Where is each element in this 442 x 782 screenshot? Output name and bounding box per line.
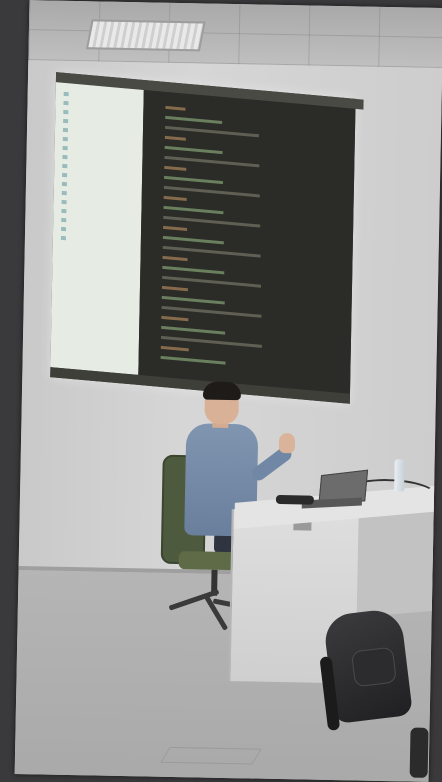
line-number <box>148 277 158 278</box>
line-number <box>150 177 160 178</box>
line-number <box>148 267 158 268</box>
line-number <box>151 117 161 118</box>
projected-code-editor <box>50 72 364 404</box>
presenter-hair <box>202 381 242 401</box>
line-number <box>147 317 157 318</box>
ceiling-light <box>85 19 206 52</box>
line-number <box>149 227 159 228</box>
line-number <box>150 167 160 168</box>
line-number <box>147 327 157 328</box>
blurred-code-text <box>163 225 188 231</box>
blurred-code-text <box>161 315 189 321</box>
water-bottle <box>394 459 405 492</box>
line-number <box>148 287 158 288</box>
blurred-code-text <box>162 255 188 261</box>
line-number <box>148 307 158 308</box>
line-number <box>150 187 160 188</box>
code-area <box>138 89 356 394</box>
blurred-code-text <box>161 285 188 291</box>
backpack-pocket <box>350 646 397 688</box>
blurred-code-text <box>163 195 187 201</box>
floor-marking <box>160 746 262 765</box>
file-tree <box>50 82 144 375</box>
line-number <box>150 207 160 208</box>
blurred-code-text <box>164 165 187 171</box>
classroom-photo <box>14 0 442 782</box>
backpack <box>319 607 413 731</box>
line-number <box>147 347 157 348</box>
line-number <box>149 247 159 248</box>
line-number <box>148 297 158 298</box>
line-number <box>147 337 157 338</box>
blurred-code-text <box>165 105 186 111</box>
blurred-code-text <box>164 135 186 141</box>
line-number <box>149 257 159 258</box>
dark-object <box>409 727 429 778</box>
line-number <box>149 237 159 238</box>
line-number <box>151 127 161 128</box>
line-number <box>151 107 161 108</box>
mouse <box>275 494 315 505</box>
line-number <box>150 157 160 158</box>
line-number <box>151 147 161 148</box>
line-number <box>147 357 157 358</box>
line-number <box>150 197 160 198</box>
line-number <box>151 137 161 138</box>
presenter-hand <box>278 432 296 454</box>
line-number <box>149 217 159 218</box>
blurred-code-text <box>160 355 226 365</box>
blurred-code-text <box>160 345 189 351</box>
